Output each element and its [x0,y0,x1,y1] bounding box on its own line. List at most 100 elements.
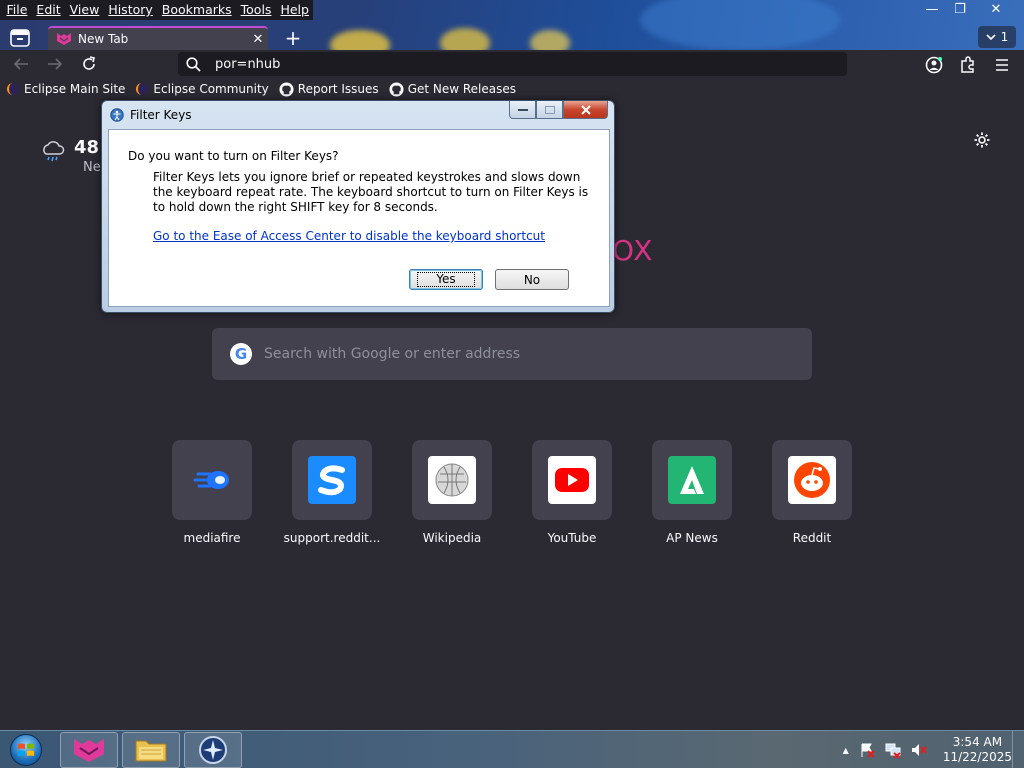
taskbar: ▲ 3:54 AM 11/22/2025 [0,730,1024,768]
weather-temperature: 48 [74,137,100,158]
shortcut-tile [172,440,252,520]
reload-icon [83,56,95,70]
shortcut-tile [532,440,612,520]
firefox-wordmark: OX [612,234,654,267]
shortcut-tile [292,440,372,520]
search-box[interactable]: G Search with Google or enter address [212,328,812,380]
url-bar[interactable]: por=nhub [178,52,847,76]
yes-button-label: Yes [417,272,475,287]
search-placeholder: Search with Google or enter address [264,346,521,362]
dialog-body: Do you want to turn on Filter Keys? Filt… [108,129,610,307]
back-button[interactable] [4,50,38,78]
app-menu-button[interactable] [991,54,1013,76]
show-desktop-button[interactable] [1012,731,1024,768]
menu-file[interactable]: File [2,0,32,20]
github-icon [389,81,404,97]
action-center-flag-icon[interactable] [859,742,875,758]
menu-bar: File Edit View History Bookmarks Tools H… [0,0,314,20]
minimize-icon [517,108,528,111]
shortcut-label: Wikipedia [422,531,482,545]
shortcut-label: support.reddit... [283,531,381,545]
tab-manager-button[interactable] [5,26,35,50]
arrow-left-icon [13,58,28,70]
dialog-minimize-button[interactable] [509,101,536,119]
dialog-maximize-button[interactable] [536,101,563,119]
taskbar-file-explorer[interactable] [122,732,180,768]
shortcut-wikipedia[interactable]: Wikipedia [392,440,512,545]
show-hidden-icons-button[interactable]: ▲ [843,746,849,755]
youtube-icon [548,456,596,504]
reddit-support-icon [308,456,356,504]
shortcut-support-reddit[interactable]: support.reddit... [272,440,392,545]
list-all-tabs-button[interactable]: 1 [978,26,1016,48]
filter-keys-dialog: Filter Keys Do you want to turn on Filte… [101,100,615,313]
shortcut-label: AP News [666,531,718,545]
dialog-close-button[interactable] [563,101,608,119]
reddit-icon [788,456,836,504]
menu-view[interactable]: View [65,0,104,20]
yes-button[interactable]: Yes [409,269,483,290]
shortcut-label: Reddit [792,531,832,545]
shortcut-mediafire[interactable]: mediafire [152,440,272,545]
forward-button[interactable] [38,50,72,78]
close-tab-button[interactable]: ✕ [248,32,268,47]
system-tray: ▲ 3:54 AM 11/22/2025 [843,731,1012,768]
bookmarks-toolbar: Eclipse Main Site Eclipse Community Repo… [0,78,1024,100]
search-icon [186,56,201,72]
navigation-toolbar: por=nhub [0,50,1024,78]
bookmark-eclipse-main-site[interactable]: Eclipse Main Site [6,82,125,96]
start-button[interactable] [6,733,46,767]
menu-bookmarks[interactable]: Bookmarks [157,0,236,20]
tab-groups-icon [10,29,30,47]
account-button[interactable] [923,54,945,76]
bookmark-eclipse-community[interactable]: Eclipse Community [135,82,269,96]
menu-help[interactable]: Help [276,0,314,20]
bookmark-get-new-releases[interactable]: Get New Releases [389,81,516,97]
mediafire-icon [193,471,229,489]
clock-date: 11/22/2025 [942,750,1012,764]
shortcut-tile [772,440,852,520]
tab-strip: New Tab ✕ + 1 [0,26,1024,50]
tab-new-tab[interactable]: New Tab ✕ [48,26,268,50]
new-tab-button[interactable]: + [278,26,308,50]
clock[interactable]: 3:54 AM 11/22/2025 [943,735,1012,765]
ease-of-access-link[interactable]: Go to the Ease of Access Center to disab… [153,229,545,243]
maximize-icon [544,105,555,114]
weather-widget[interactable]: 48 Ne [40,137,101,175]
bookmark-report-issues[interactable]: Report Issues [279,81,379,97]
apnews-icon [668,456,716,504]
volume-muted-icon[interactable] [911,742,927,758]
dialog-window-controls [509,101,608,119]
hamburger-icon [996,59,1008,71]
rain-cloud-icon [43,141,65,162]
network-icon[interactable] [885,742,901,758]
dialog-description: Filter Keys lets you ignore brief or rep… [153,170,589,214]
menu-tools[interactable]: Tools [236,0,276,20]
gear-icon [974,132,990,148]
taskbar-app[interactable] [184,732,242,768]
shortcut-reddit[interactable]: Reddit [752,440,872,545]
dialog-question: Do you want to turn on Filter Keys? [128,149,339,163]
close-window-button[interactable]: ✕ [978,0,1014,18]
taskbar-firefox[interactable] [60,732,118,768]
personalize-button[interactable] [973,131,991,152]
menu-edit[interactable]: Edit [32,0,65,20]
dialog-title: Filter Keys [130,108,192,122]
arrow-right-icon [48,58,63,70]
windows-logo-icon [10,734,42,766]
menu-history[interactable]: History [104,0,157,20]
extensions-button[interactable] [957,54,979,76]
puzzle-icon [961,56,974,73]
tab-title: New Tab [78,32,129,46]
firefox-icon [74,739,104,762]
shortcut-apnews[interactable]: AP News [632,440,752,545]
reload-button[interactable] [72,50,106,78]
shortcut-youtube[interactable]: YouTube [512,440,632,545]
shortcut-label: mediafire [183,531,241,545]
wikipedia-icon [428,456,476,504]
no-button[interactable]: No [495,269,569,290]
shortcut-tile [412,440,492,520]
maximize-button[interactable]: ❐ [942,0,978,18]
github-icon [279,81,294,97]
chevron-down-icon [986,33,996,40]
